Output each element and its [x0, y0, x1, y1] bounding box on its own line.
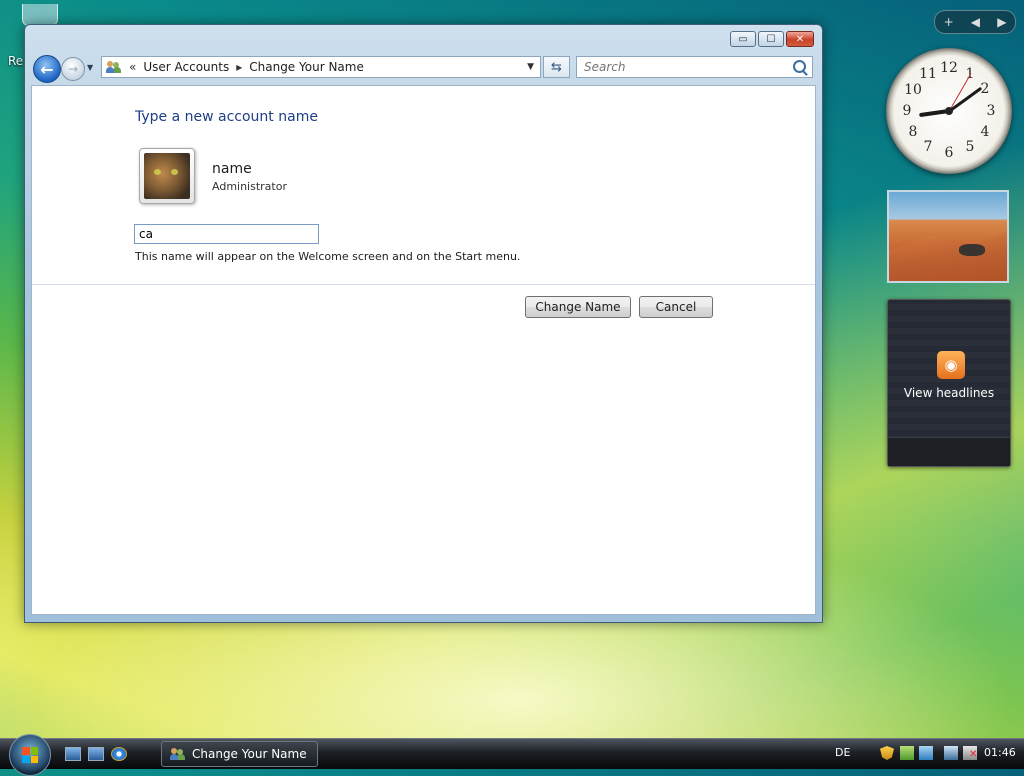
taskbar: Change Your Name DE ✕ 01:46 [0, 734, 1024, 776]
account-name: name [212, 161, 252, 177]
address-dropdown-icon[interactable]: ▼ [527, 62, 534, 72]
slideshow-oryx [959, 244, 985, 256]
add-gadget-button[interactable]: + [944, 15, 954, 29]
update-icon[interactable] [919, 746, 933, 760]
sidebar-toolbar: + ◀ ▶ [934, 10, 1016, 34]
user-accounts-icon [106, 60, 122, 74]
refresh-icon: ⇆ [551, 59, 562, 75]
navigation-bar: ← → ▼ « User Accounts ▸ Change Your Name… [31, 55, 816, 83]
user-accounts-icon [170, 747, 186, 761]
account-type: Administrator [212, 180, 287, 193]
start-orb-icon [22, 747, 38, 763]
feed-footer [888, 437, 1010, 466]
search-icon[interactable] [793, 60, 806, 73]
breadcrumb-overflow[interactable]: « [129, 60, 136, 74]
clock-gadget[interactable]: 12 1 2 3 4 5 6 7 8 9 10 11 [886, 48, 1012, 174]
address-bar[interactable]: « User Accounts ▸ Change Your Name ▼ [101, 56, 541, 78]
show-desktop-icon[interactable] [65, 747, 81, 761]
feed-headlines-gadget[interactable]: ◉ View headlines [887, 299, 1011, 467]
mute-indicator-icon: ✕ [969, 749, 978, 760]
search-box[interactable] [576, 56, 813, 78]
clock-number-10: 10 [904, 82, 922, 98]
forward-icon: → [67, 62, 79, 76]
avatar [139, 148, 195, 204]
clock-number-9: 9 [902, 103, 912, 119]
clock-second-hand [948, 73, 972, 112]
taskbar-button-label: Change Your Name [192, 747, 307, 761]
rss-icon: ◉ [937, 351, 965, 379]
previous-gadget-page-button[interactable]: ◀ [971, 15, 980, 29]
clock-number-6: 6 [944, 145, 954, 161]
breadcrumb-separator-icon[interactable]: ▸ [236, 60, 242, 74]
cancel-button[interactable]: Cancel [639, 296, 713, 318]
desktop-icon-label[interactable]: Re [8, 54, 23, 68]
breadcrumb-user-accounts[interactable]: User Accounts [143, 60, 229, 74]
divider [32, 284, 815, 285]
change-name-button[interactable]: Change Name [525, 296, 631, 318]
clock-number-8: 8 [908, 124, 918, 140]
display-icon[interactable] [944, 746, 958, 760]
switch-windows-icon[interactable] [88, 747, 104, 761]
close-button[interactable]: ✕ [786, 31, 814, 47]
page-title: Type a new account name [135, 109, 318, 125]
recent-pages-dropdown[interactable]: ▼ [87, 63, 93, 72]
next-gadget-page-button[interactable]: ▶ [997, 15, 1006, 29]
network-icon[interactable] [900, 746, 914, 760]
clock-number-7: 7 [923, 139, 933, 155]
clock-number-4: 4 [980, 124, 990, 140]
clock-number-11: 11 [919, 66, 937, 82]
view-headlines-link[interactable]: View headlines [888, 386, 1010, 400]
slideshow-gadget[interactable] [887, 190, 1009, 283]
user-picture [144, 153, 190, 199]
refresh-button[interactable]: ⇆ [543, 56, 570, 78]
clock-number-5: 5 [965, 139, 975, 155]
back-button[interactable]: ← [33, 55, 61, 83]
forward-button[interactable]: → [61, 57, 85, 81]
breadcrumb-change-your-name[interactable]: Change Your Name [249, 60, 364, 74]
security-shield-icon[interactable] [880, 746, 894, 760]
language-indicator[interactable]: DE [835, 746, 850, 759]
back-icon: ← [40, 59, 54, 79]
clock-center-pin [945, 107, 953, 115]
hint-text: This name will appear on the Welcome scr… [135, 250, 521, 263]
internet-explorer-icon[interactable] [111, 747, 127, 761]
window-controls: ▭ ☐ ✕ [730, 31, 814, 47]
minimize-button[interactable]: ▭ [730, 31, 756, 47]
clock-minute-hand [948, 86, 983, 113]
slideshow-dune [889, 231, 1007, 281]
system-clock[interactable]: 01:46 [984, 746, 1016, 759]
maximize-button[interactable]: ☐ [758, 31, 784, 47]
new-name-input[interactable] [134, 224, 319, 244]
clock-number-3: 3 [986, 103, 996, 119]
change-name-window: ▭ ☐ ✕ ← → ▼ « User Accounts ▸ Change You… [24, 24, 823, 623]
start-button[interactable] [9, 734, 51, 776]
content-pane: Type a new account name name Administrat… [31, 85, 816, 615]
search-input[interactable] [582, 59, 786, 75]
clock-number-12: 12 [940, 60, 958, 76]
taskbar-button-change-your-name[interactable]: Change Your Name [161, 741, 318, 767]
